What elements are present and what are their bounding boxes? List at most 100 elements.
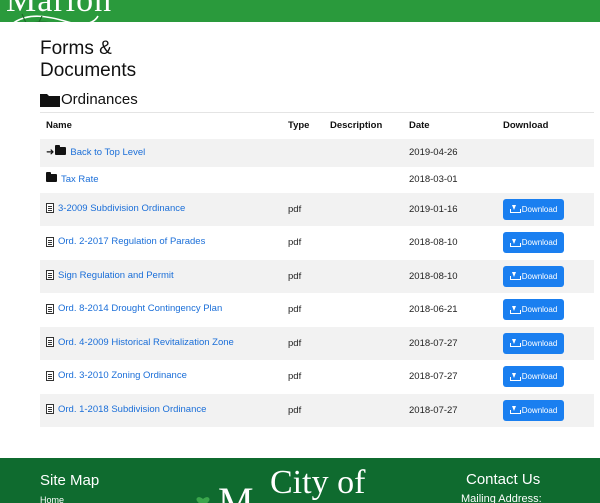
row-name: Tax Rate	[61, 174, 99, 185]
row-download	[503, 166, 594, 193]
download-button[interactable]: Download	[503, 366, 564, 388]
page-title: Forms & Documents	[40, 38, 137, 81]
logo-swirl-icon	[13, 13, 99, 22]
table-row: ➜ Back to Top Level 2019-04-26	[40, 138, 594, 167]
file-icon	[46, 303, 54, 314]
document-link[interactable]: Ord. 4-2009 Historical Revitalization Zo…	[46, 337, 234, 348]
row-description	[330, 259, 409, 293]
column-header-date[interactable]: Date	[409, 112, 503, 139]
table-header-row: Name Type Description Date Download	[40, 112, 594, 139]
row-name: 3-2009 Subdivision Ordinance	[58, 202, 186, 214]
folder-icon	[40, 92, 60, 107]
top-header-bar: Marion	[0, 0, 600, 22]
download-button[interactable]: Download	[503, 265, 564, 287]
column-header-type[interactable]: Type	[288, 112, 330, 139]
back-to-top-level-link[interactable]: ➜ Back to Top Level	[46, 145, 146, 158]
download-button[interactable]: Download	[503, 232, 564, 254]
mailing-address-label: Mailing Address:	[461, 493, 542, 503]
document-link[interactable]: Ord. 1-2018 Subdivision Ordinance	[46, 404, 206, 415]
file-icon	[46, 404, 54, 414]
row-date: 2018-07-27	[409, 326, 503, 360]
row-type: pdf	[288, 259, 330, 293]
download-icon	[509, 205, 521, 214]
file-icon	[46, 370, 54, 381]
download-icon	[509, 406, 521, 415]
document-link[interactable]: 3-2009 Subdivision Ordinance	[46, 203, 185, 214]
download-icon	[509, 238, 521, 247]
row-date: 2019-04-26	[409, 138, 503, 167]
row-download	[503, 138, 594, 167]
row-type	[288, 166, 330, 193]
row-description	[330, 360, 409, 394]
row-type: pdf	[288, 293, 330, 327]
city-logo-text: City of	[270, 464, 366, 501]
row-date: 2018-08-10	[409, 259, 503, 293]
document-link[interactable]: Ord. 2-2017 Regulation of Parades	[46, 236, 205, 247]
table-row: Sign Regulation and Permit pdf 2018-08-1…	[40, 259, 594, 293]
download-button[interactable]: Download	[503, 299, 564, 321]
document-link[interactable]: Ord. 3-2010 Zoning Ordinance	[46, 370, 187, 381]
document-link[interactable]: Sign Regulation and Permit	[46, 270, 174, 281]
column-header-download: Download	[503, 112, 594, 139]
table-row: Ord. 3-2010 Zoning Ordinance pdf 2018-07…	[40, 360, 594, 394]
row-date: 2018-06-21	[409, 293, 503, 327]
folder-name: Ordinances	[61, 91, 138, 108]
folder-icon	[46, 172, 57, 185]
file-icon	[46, 270, 54, 280]
row-description	[330, 293, 409, 327]
download-icon	[509, 305, 521, 314]
row-date: 2018-07-27	[409, 393, 503, 427]
table-row: Ord. 2-2017 Regulation of Parades pdf 20…	[40, 226, 594, 260]
row-type: pdf	[288, 393, 330, 427]
row-description	[330, 393, 409, 427]
table-row: Tax Rate 2018-03-01	[40, 166, 594, 193]
row-date: 2018-07-27	[409, 360, 503, 394]
row-description	[330, 138, 409, 167]
current-folder-heading: Ordinances	[40, 88, 138, 110]
tax-rate-folder-link[interactable]: Tax Rate	[46, 172, 99, 185]
file-icon	[46, 203, 54, 213]
document-link[interactable]: Ord. 8-2014 Drought Contingency Plan	[46, 303, 222, 314]
download-icon	[509, 372, 521, 381]
column-header-name[interactable]: Name	[40, 112, 288, 139]
row-name: Ord. 1-2018 Subdivision Ordinance	[58, 403, 207, 415]
download-button[interactable]: Download	[503, 399, 564, 421]
table-row: Ord. 4-2009 Historical Revitalization Zo…	[40, 326, 594, 360]
contact-heading: Contact Us	[466, 471, 541, 488]
row-name: Ord. 4-2009 Historical Revitalization Zo…	[58, 336, 234, 348]
table-row: Ord. 8-2014 Drought Contingency Plan pdf…	[40, 293, 594, 327]
row-description	[330, 192, 409, 226]
row-date: 2018-03-01	[409, 166, 503, 193]
file-icon	[46, 236, 54, 247]
file-icon	[46, 337, 54, 347]
heart-icon	[196, 497, 210, 503]
back-arrow-folder-icon: ➜	[46, 145, 67, 158]
row-name: Sign Regulation and Permit	[58, 269, 174, 281]
download-button[interactable]: Download	[503, 332, 564, 354]
row-description	[330, 226, 409, 260]
city-logo-initial: M	[218, 479, 254, 503]
download-button[interactable]: Download	[503, 198, 564, 220]
documents-table: Name Type Description Date Download ➜ Ba…	[40, 112, 594, 427]
row-name: Ord. 3-2010 Zoning Ordinance	[58, 370, 187, 381]
sitemap-heading: Site Map	[40, 472, 100, 489]
row-name: Back to Top Level	[70, 147, 146, 158]
row-name: Ord. 2-2017 Regulation of Parades	[58, 236, 206, 247]
row-description	[330, 326, 409, 360]
row-type: pdf	[288, 360, 330, 394]
row-description	[330, 166, 409, 193]
row-name: Ord. 8-2014 Drought Contingency Plan	[58, 303, 223, 314]
sitemap-home-link[interactable]: Home	[40, 495, 64, 503]
row-date: 2018-08-10	[409, 226, 503, 260]
table-row: Ord. 1-2018 Subdivision Ordinance pdf 20…	[40, 393, 594, 427]
row-type	[288, 138, 330, 167]
row-type: pdf	[288, 326, 330, 360]
site-footer: Site Map Home M City of Contact Us Maili…	[0, 458, 600, 503]
row-type: pdf	[288, 192, 330, 226]
column-header-description[interactable]: Description	[330, 112, 409, 139]
table-row: 3-2009 Subdivision Ordinance pdf 2019-01…	[40, 192, 594, 226]
row-date: 2019-01-16	[409, 192, 503, 226]
download-icon	[509, 339, 521, 348]
download-icon	[509, 272, 521, 281]
row-type: pdf	[288, 226, 330, 260]
